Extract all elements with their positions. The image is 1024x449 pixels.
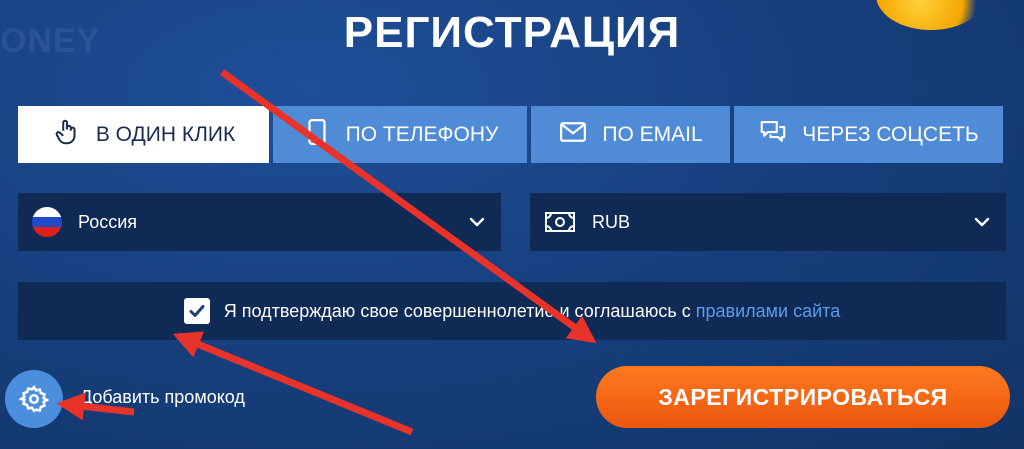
country-select[interactable]: Россия — [18, 193, 501, 251]
gear-icon — [19, 385, 49, 413]
registration-method-tabs: В ОДИН КЛИК ПО ТЕЛЕФОНУ ПО EMAIL ЧЕРЕЗ С… — [18, 106, 1003, 163]
currency-select[interactable]: RUB — [530, 193, 1006, 251]
tab-social-label: ЧЕРЕЗ СОЦСЕТЬ — [802, 122, 979, 146]
annotation-arrow-to-checkbox — [172, 331, 414, 436]
tab-phone-label: ПО ТЕЛЕФОНУ — [345, 122, 499, 146]
tab-email[interactable]: ПО EMAIL — [531, 106, 730, 163]
tab-one-click[interactable]: В ОДИН КЛИК — [18, 106, 269, 163]
chat-bubbles-icon — [758, 117, 788, 153]
tab-email-label: ПО EMAIL — [602, 122, 703, 146]
phone-icon — [302, 117, 332, 153]
country-select-value: Россия — [78, 211, 138, 232]
tab-phone[interactable]: ПО ТЕЛЕФОНУ — [273, 106, 527, 163]
envelope-icon — [558, 117, 588, 153]
russia-flag-icon — [32, 207, 62, 237]
currency-select-value: RUB — [592, 211, 631, 232]
checkmark-icon — [189, 305, 205, 317]
agreement-text-body: Я подтверждаю свое совершеннолетие и сог… — [223, 300, 691, 321]
add-promo-code-link[interactable]: Добавить промокод — [80, 387, 245, 408]
chevron-down-icon — [974, 217, 990, 227]
agreement-text: Я подтверждаю свое совершеннолетие и сог… — [224, 301, 840, 322]
promo-code-button[interactable] — [5, 370, 63, 428]
register-button[interactable]: ЗАРЕГИСТРИРОВАТЬСЯ — [596, 366, 1010, 428]
chevron-down-icon — [469, 217, 485, 227]
tab-one-click-label: В ОДИН КЛИК — [95, 122, 236, 146]
agreement-checkbox[interactable] — [183, 298, 210, 324]
agreement-row: Я подтверждаю свое совершеннолетие и сог… — [18, 282, 1006, 340]
hand-pointer-icon — [52, 117, 82, 153]
site-rules-link[interactable]: правилами сайта — [696, 301, 840, 321]
tab-social[interactable]: ЧЕРЕЗ СОЦСЕТЬ — [734, 106, 1003, 163]
money-bill-icon — [545, 212, 575, 232]
page-title: РЕГИСТРАЦИЯ — [343, 8, 681, 57]
